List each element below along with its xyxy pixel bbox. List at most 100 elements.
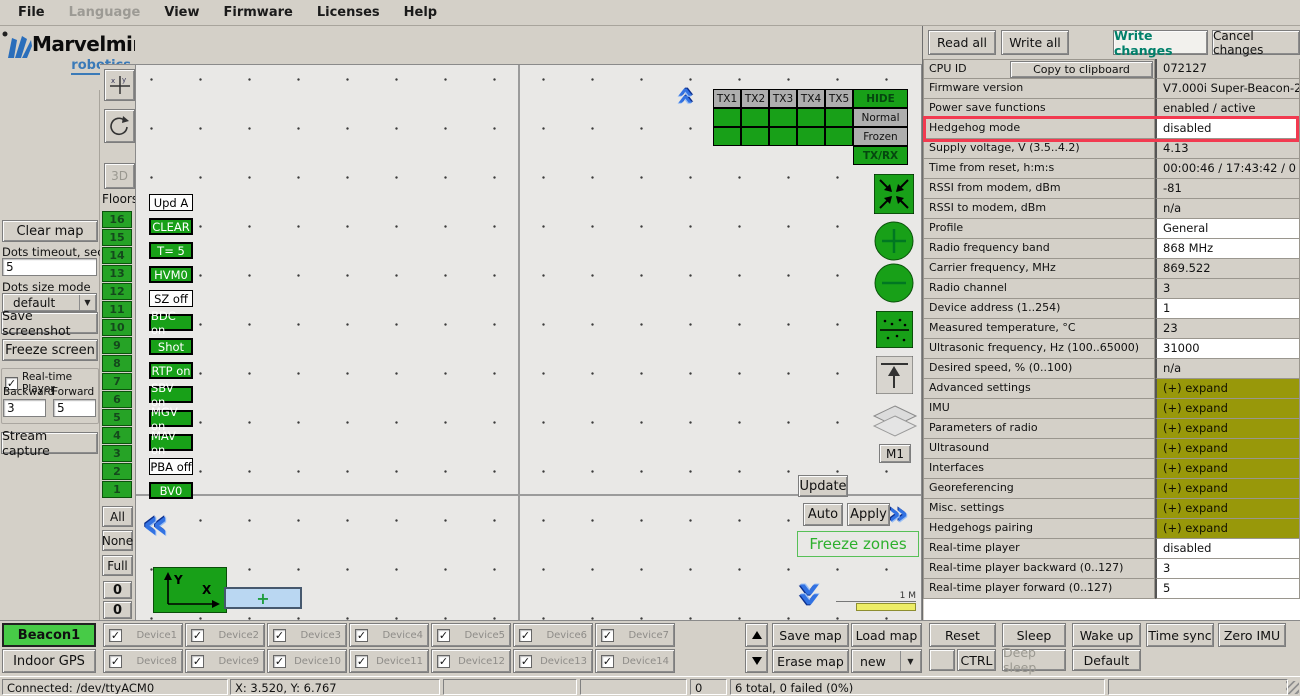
floors-all-button[interactable]: All xyxy=(102,506,133,527)
setting-value-georeferencing[interactable]: (+) expand xyxy=(1155,479,1300,499)
indoor-gps-tab[interactable]: Indoor GPS xyxy=(2,649,96,673)
setting-value-misc-settings[interactable]: (+) expand xyxy=(1155,499,1300,519)
setting-value-device-address-1-254[interactable]: 1 xyxy=(1155,299,1300,319)
scroll-down-chevron-icon[interactable]: « xyxy=(787,580,829,607)
menu-item-help[interactable]: Help xyxy=(392,2,449,23)
scroll-up-chevron-icon[interactable]: « xyxy=(671,86,701,105)
3d-button[interactable]: 3D xyxy=(104,163,135,189)
menu-item-file[interactable]: File xyxy=(6,2,57,23)
floor-button-12[interactable]: 12 xyxy=(102,283,132,300)
xy-axes-tool-button[interactable]: xy xyxy=(104,69,135,101)
copy-to-clipboard-button[interactable]: Copy to clipboard xyxy=(1010,61,1153,78)
floor-button-2[interactable]: 2 xyxy=(102,463,132,480)
ctrl-button[interactable]: CTRL xyxy=(957,649,996,671)
sleep-button[interactable]: Sleep xyxy=(1002,623,1066,647)
fit-to-screen-icon[interactable] xyxy=(874,174,914,217)
setting-value-imu[interactable]: (+) expand xyxy=(1155,399,1300,419)
device-button-device1[interactable]: ✓Device1 xyxy=(103,623,183,647)
setting-value-real-time-player-backward-0-127[interactable]: 3 xyxy=(1155,559,1300,579)
chevron-down-icon[interactable]: ▼ xyxy=(900,651,920,671)
map-tool-shot[interactable]: Shot xyxy=(149,338,193,355)
device-button-device12[interactable]: ✓Device12 xyxy=(431,649,511,673)
setting-value-real-time-player-forward-0-127[interactable]: 5 xyxy=(1155,579,1300,599)
write-all-button[interactable]: Write all xyxy=(1001,30,1069,55)
tx-cell[interactable] xyxy=(741,127,769,146)
apply-button[interactable]: Apply xyxy=(847,503,890,526)
tx-cell[interactable] xyxy=(741,108,769,127)
default-button[interactable]: Default xyxy=(1072,649,1141,671)
device-button-device6[interactable]: ✓Device6 xyxy=(513,623,593,647)
floors-none-button[interactable]: None xyxy=(102,530,133,551)
checkbox-icon[interactable]: ✓ xyxy=(191,629,204,642)
ctrl-indicator[interactable] xyxy=(929,649,955,671)
tx-header-tx4[interactable]: TX4 xyxy=(797,89,825,108)
floor-button-11[interactable]: 11 xyxy=(102,301,132,318)
auto-button[interactable]: Auto xyxy=(803,503,843,526)
floor-button-15[interactable]: 15 xyxy=(102,229,132,246)
device-button-device2[interactable]: ✓Device2 xyxy=(185,623,265,647)
save-map-button[interactable]: Save map xyxy=(772,623,849,647)
setting-value-hedgehog-mode[interactable]: disabled xyxy=(1155,119,1300,139)
reset-button[interactable]: Reset xyxy=(929,623,996,647)
time-sync-button[interactable]: Time sync xyxy=(1146,623,1214,647)
floor-button-6[interactable]: 6 xyxy=(102,391,132,408)
tx-cell[interactable] xyxy=(713,127,741,146)
menu-item-view[interactable]: View xyxy=(152,2,211,23)
floor-button-9[interactable]: 9 xyxy=(102,337,132,354)
erase-map-button[interactable]: Erase map xyxy=(772,649,849,673)
floor-button-3[interactable]: 3 xyxy=(102,445,132,462)
floor-button-8[interactable]: 8 xyxy=(102,355,132,372)
menu-item-licenses[interactable]: Licenses xyxy=(305,2,392,23)
tx-header-tx2[interactable]: TX2 xyxy=(741,89,769,108)
floor-button-14[interactable]: 14 xyxy=(102,247,132,264)
device-button-device14[interactable]: ✓Device14 xyxy=(595,649,675,673)
checkbox-icon[interactable]: ✓ xyxy=(601,655,614,668)
dots-mode-icon[interactable] xyxy=(876,311,913,351)
freeze-screen-button[interactable]: Freeze screen xyxy=(2,339,98,361)
device-button-device3[interactable]: ✓Device3 xyxy=(267,623,347,647)
deep-sleep-button[interactable]: Deep sleep xyxy=(1002,649,1066,671)
floor-button-10[interactable]: 10 xyxy=(102,319,132,336)
setting-value-radio-frequency-band[interactable]: 868 MHz xyxy=(1155,239,1300,259)
checkbox-icon[interactable]: ✓ xyxy=(601,629,614,642)
map-tool-upd-a[interactable]: Upd A xyxy=(149,194,193,211)
floors-full-button[interactable]: Full xyxy=(102,555,133,576)
tx-header-tx1[interactable]: TX1 xyxy=(713,89,741,108)
map-tool-t-5[interactable]: T= 5 xyxy=(149,242,193,259)
tx-side-tx-rx[interactable]: TX/RX xyxy=(853,146,908,165)
cancel-changes-button[interactable]: Cancel changes xyxy=(1212,30,1300,55)
tx-cell[interactable] xyxy=(769,108,797,127)
forward-input[interactable]: 5 xyxy=(53,399,96,417)
menu-item-language[interactable]: Language xyxy=(57,2,153,23)
map-tool-pba-off[interactable]: PBA off xyxy=(149,458,193,475)
save-screenshot-button[interactable]: Save screenshot xyxy=(1,312,98,334)
tx-cell[interactable] xyxy=(797,127,825,146)
checkbox-icon[interactable]: ✓ xyxy=(437,629,450,642)
checkbox-icon[interactable]: ✓ xyxy=(273,629,286,642)
wake-up-button[interactable]: Wake up xyxy=(1072,623,1141,647)
setting-value-parameters-of-radio[interactable]: (+) expand xyxy=(1155,419,1300,439)
zero-imu-button[interactable]: Zero IMU xyxy=(1218,623,1286,647)
scroll-right-chevron-icon[interactable]: » xyxy=(888,497,909,529)
tx-cell[interactable] xyxy=(797,108,825,127)
setting-value-advanced-settings[interactable]: (+) expand xyxy=(1155,379,1300,399)
checkbox-icon[interactable]: ✓ xyxy=(355,629,368,642)
rotate-tool-button[interactable] xyxy=(104,109,135,143)
menu-item-firmware[interactable]: Firmware xyxy=(212,2,305,23)
floor-button-13[interactable]: 13 xyxy=(102,265,132,282)
scroll-left-chevron-icon[interactable]: « xyxy=(142,503,169,545)
map-tool-rtp-on[interactable]: RTP on xyxy=(149,362,193,379)
setting-value-hedgehogs-pairing[interactable]: (+) expand xyxy=(1155,519,1300,539)
tx-header-tx5[interactable]: TX5 xyxy=(825,89,853,108)
dots-timeout-input[interactable]: 5 xyxy=(2,258,97,276)
device-button-device13[interactable]: ✓Device13 xyxy=(513,649,593,673)
device-button-device11[interactable]: ✓Device11 xyxy=(349,649,429,673)
move-to-top-icon[interactable] xyxy=(876,356,913,397)
tx-side-hide[interactable]: HIDE xyxy=(853,89,908,108)
add-submap-button[interactable]: + xyxy=(224,587,302,609)
map-tool-sbv-on[interactable]: SBV on xyxy=(149,386,193,403)
checkbox-icon[interactable]: ✓ xyxy=(355,655,368,668)
read-all-button[interactable]: Read all xyxy=(928,30,996,55)
backward-input[interactable]: 3 xyxy=(3,399,46,417)
map-tool-mgv-on[interactable]: MGV on xyxy=(149,410,193,427)
